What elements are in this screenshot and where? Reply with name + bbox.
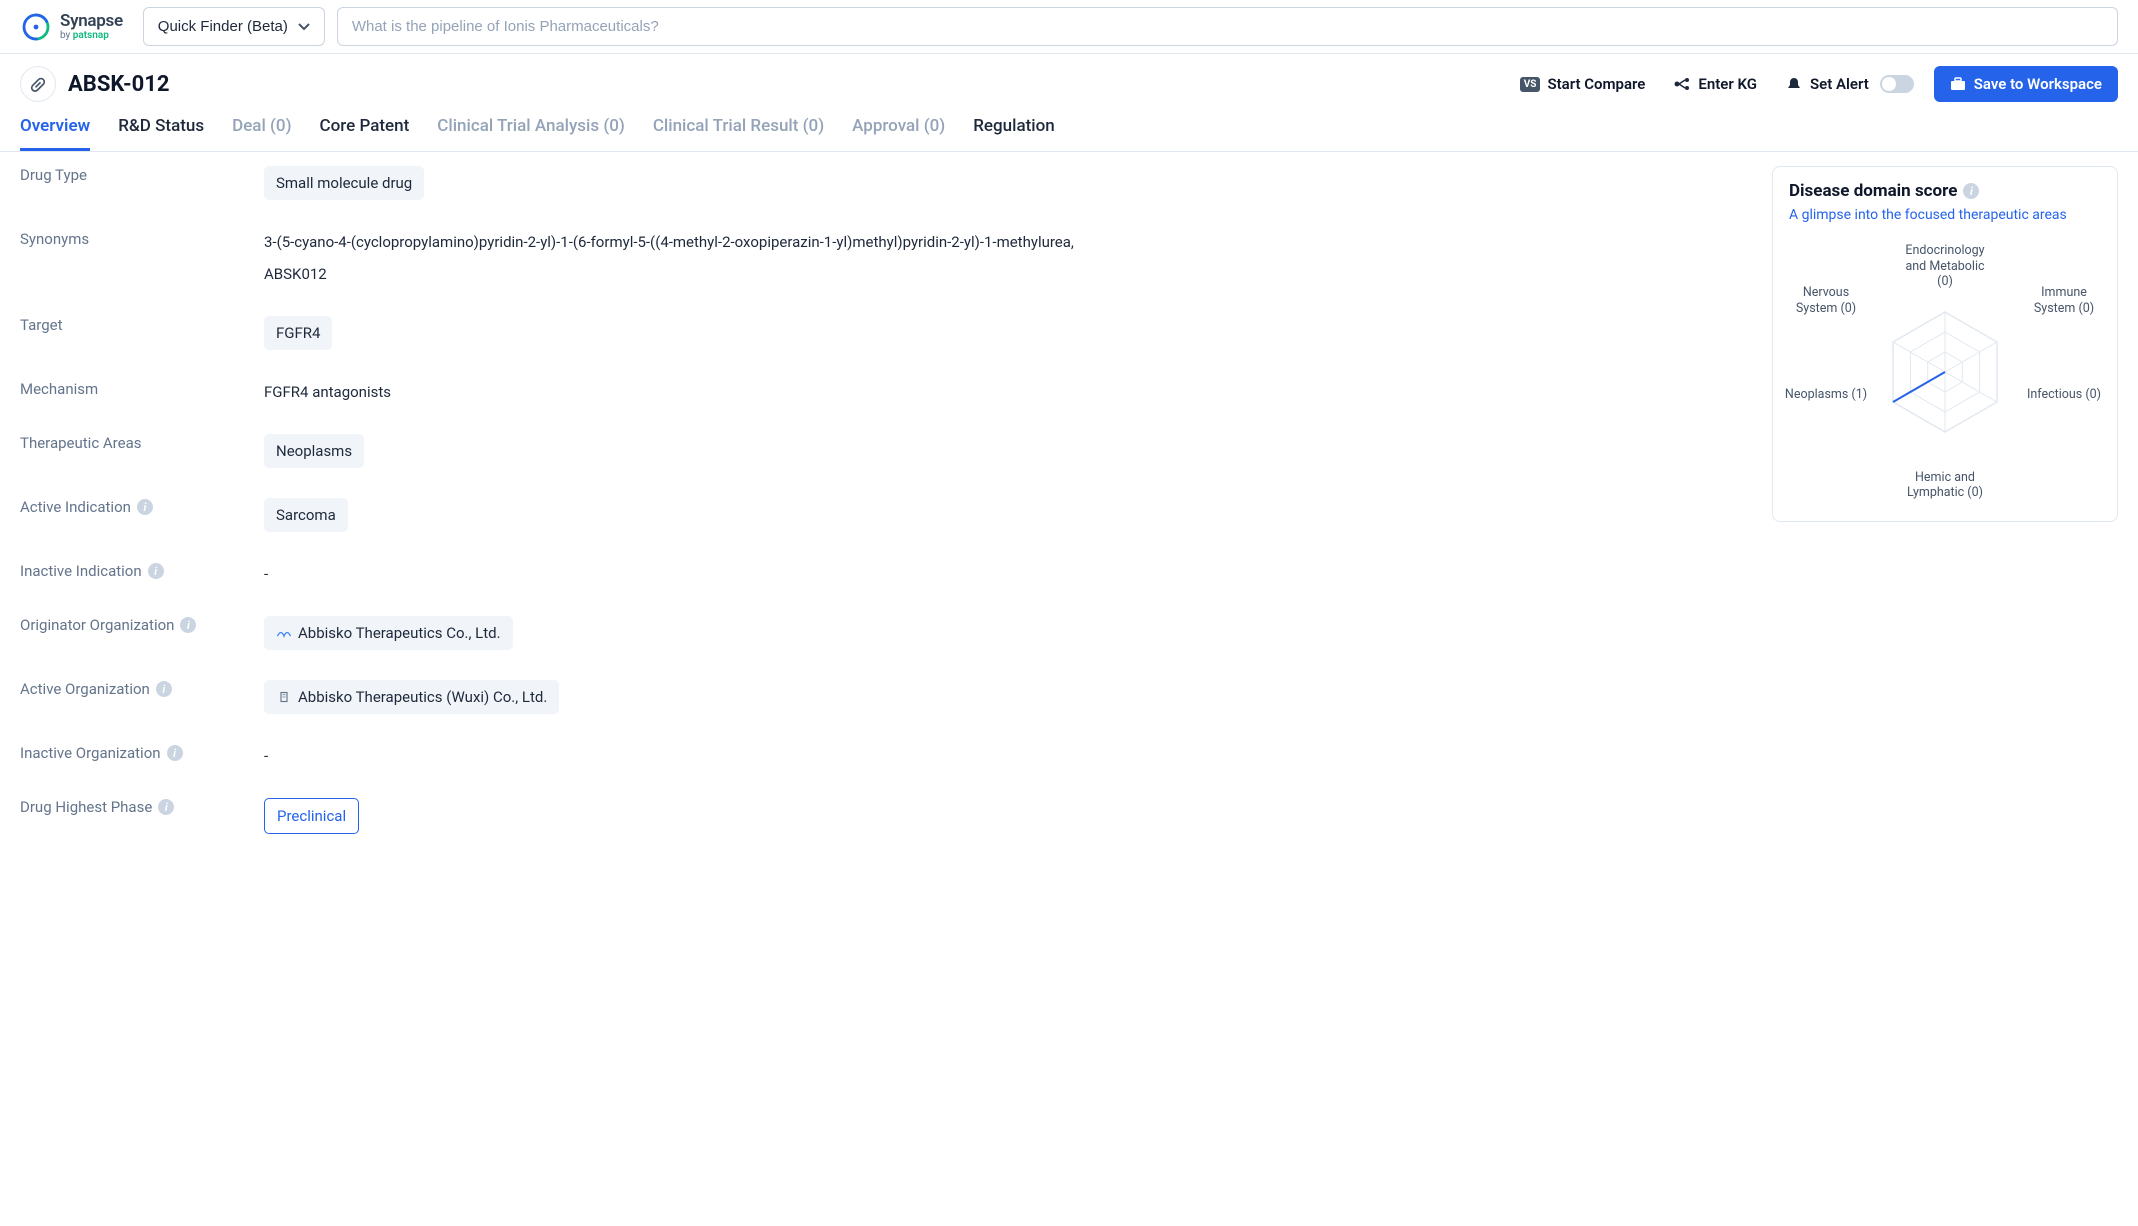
logo-name: Synapse	[60, 12, 123, 31]
radar-label-neoplasms: Neoplasms (1)	[1781, 387, 1871, 403]
radar-label-nervous: Nervous System (0)	[1781, 285, 1871, 316]
label-inactive-org: Inactive Organization i	[20, 744, 264, 762]
value-mechanism: FGFR4 antagonists	[264, 380, 1748, 404]
info-icon[interactable]: i	[156, 681, 172, 697]
value-inactive-indication: -	[264, 562, 1748, 586]
radar-label-infectious: Infectious (0)	[2019, 387, 2109, 403]
chip-active-indication[interactable]: Sarcoma	[264, 498, 348, 532]
tab-regulation[interactable]: Regulation	[973, 116, 1055, 151]
org-logo-icon	[276, 627, 292, 639]
search-input[interactable]	[337, 7, 2118, 46]
radar-label-endo: Endocrinology and Metabolic (0)	[1900, 243, 1990, 290]
tab-deal-0: Deal (0)	[232, 116, 291, 151]
save-workspace-button[interactable]: Save to Workspace	[1934, 66, 2118, 102]
label-originator: Originator Organization i	[20, 616, 264, 634]
building-icon	[276, 691, 292, 703]
info-icon[interactable]: i	[167, 745, 183, 761]
tab-approval-0: Approval (0)	[852, 116, 945, 151]
graph-icon	[1673, 76, 1691, 92]
info-icon[interactable]: i	[1963, 183, 1979, 199]
radar-label-immune: Immune System (0)	[2019, 285, 2109, 316]
chip-drug-type[interactable]: Small molecule drug	[264, 166, 424, 200]
label-target: Target	[20, 316, 264, 334]
row-highest-phase: Drug Highest Phase i Preclinical	[20, 798, 1748, 834]
top-header: Synapse by patsnap Quick Finder (Beta)	[0, 0, 2138, 54]
logo-byline: by patsnap	[60, 30, 123, 41]
label-mechanism: Mechanism	[20, 380, 264, 398]
briefcase-icon	[1950, 77, 1966, 91]
pill-icon	[28, 74, 48, 94]
row-active-indication: Active Indication i Sarcoma	[20, 498, 1748, 532]
enter-kg-button[interactable]: Enter KG	[1665, 69, 1765, 99]
bell-icon	[1785, 76, 1803, 92]
label-synonyms: Synonyms	[20, 230, 264, 248]
chip-therapeutic[interactable]: Neoplasms	[264, 434, 364, 468]
row-active-org: Active Organization i Abbisko Therapeuti…	[20, 680, 1748, 714]
row-mechanism: Mechanism FGFR4 antagonists	[20, 380, 1748, 404]
tabs: Overview R&D Status Deal (0) Core Patent Cli…	[0, 102, 2138, 152]
tab-clinical-trial-result-0: Clinical Trial Result (0)	[653, 116, 824, 151]
row-drug-type: Drug Type Small molecule drug	[20, 166, 1748, 200]
quick-finder-label: Quick Finder (Beta)	[158, 18, 288, 35]
label-highest-phase: Drug Highest Phase i	[20, 798, 264, 816]
chevron-down-icon	[298, 23, 310, 31]
content: Drug Type Small molecule drug Synonyms 3…	[0, 152, 2138, 878]
alert-toggle[interactable]	[1880, 75, 1914, 93]
set-alert-button[interactable]: Set Alert	[1777, 69, 1922, 99]
info-icon[interactable]: i	[158, 799, 174, 815]
info-icon[interactable]: i	[148, 563, 164, 579]
label-active-org: Active Organization i	[20, 680, 264, 698]
row-target: Target FGFR4	[20, 316, 1748, 350]
radar-label-hemic: Hemic and Lymphatic (0)	[1900, 470, 1990, 501]
drug-icon	[20, 66, 56, 102]
chip-target[interactable]: FGFR4	[264, 316, 332, 350]
value-inactive-org: -	[264, 744, 1748, 768]
details-panel: Drug Type Small molecule drug Synonyms 3…	[20, 166, 1748, 864]
title-bar: ABSK-012 VS Start Compare Enter KG Set A…	[0, 54, 2138, 102]
quick-finder-button[interactable]: Quick Finder (Beta)	[143, 7, 325, 46]
side-card-subtitle[interactable]: A glimpse into the focused therapeutic a…	[1789, 207, 2101, 223]
row-originator: Originator Organization i Abbisko Therap…	[20, 616, 1748, 650]
drug-name: ABSK-012	[68, 72, 169, 97]
chip-active-org[interactable]: Abbisko Therapeutics (Wuxi) Co., Ltd.	[264, 680, 559, 714]
label-active-indication: Active Indication i	[20, 498, 264, 516]
start-compare-button[interactable]: VS Start Compare	[1512, 69, 1654, 99]
logo[interactable]: Synapse by patsnap	[20, 11, 123, 43]
row-inactive-org: Inactive Organization i -	[20, 744, 1748, 768]
logo-icon	[20, 11, 52, 43]
row-inactive-indication: Inactive Indication i -	[20, 562, 1748, 586]
info-icon[interactable]: i	[137, 499, 153, 515]
side-card-title: Disease domain score i	[1789, 181, 2101, 201]
row-therapeutic: Therapeutic Areas Neoplasms	[20, 434, 1748, 468]
info-icon[interactable]: i	[180, 617, 196, 633]
label-inactive-indication: Inactive Indication i	[20, 562, 264, 580]
disease-domain-card: Disease domain score i A glimpse into th…	[1772, 166, 2118, 522]
radar-svg	[1875, 302, 2015, 442]
label-drug-type: Drug Type	[20, 166, 264, 184]
chip-originator[interactable]: Abbisko Therapeutics Co., Ltd.	[264, 616, 513, 650]
radar-chart: Endocrinology and Metabolic (0) Immune S…	[1789, 237, 2101, 507]
tab-r-d-status[interactable]: R&D Status	[118, 116, 204, 151]
tab-core-patent[interactable]: Core Patent	[320, 116, 410, 151]
vs-badge-icon: VS	[1520, 77, 1541, 92]
tab-clinical-trial-analysis-0: Clinical Trial Analysis (0)	[437, 116, 625, 151]
chip-highest-phase[interactable]: Preclinical	[264, 798, 359, 834]
label-therapeutic: Therapeutic Areas	[20, 434, 264, 452]
value-synonyms: 3-(5-cyano-4-(cyclopropylamino)pyridin-2…	[264, 230, 1748, 286]
row-synonyms: Synonyms 3-(5-cyano-4-(cyclopropylamino)…	[20, 230, 1748, 286]
tab-overview[interactable]: Overview	[20, 116, 90, 151]
